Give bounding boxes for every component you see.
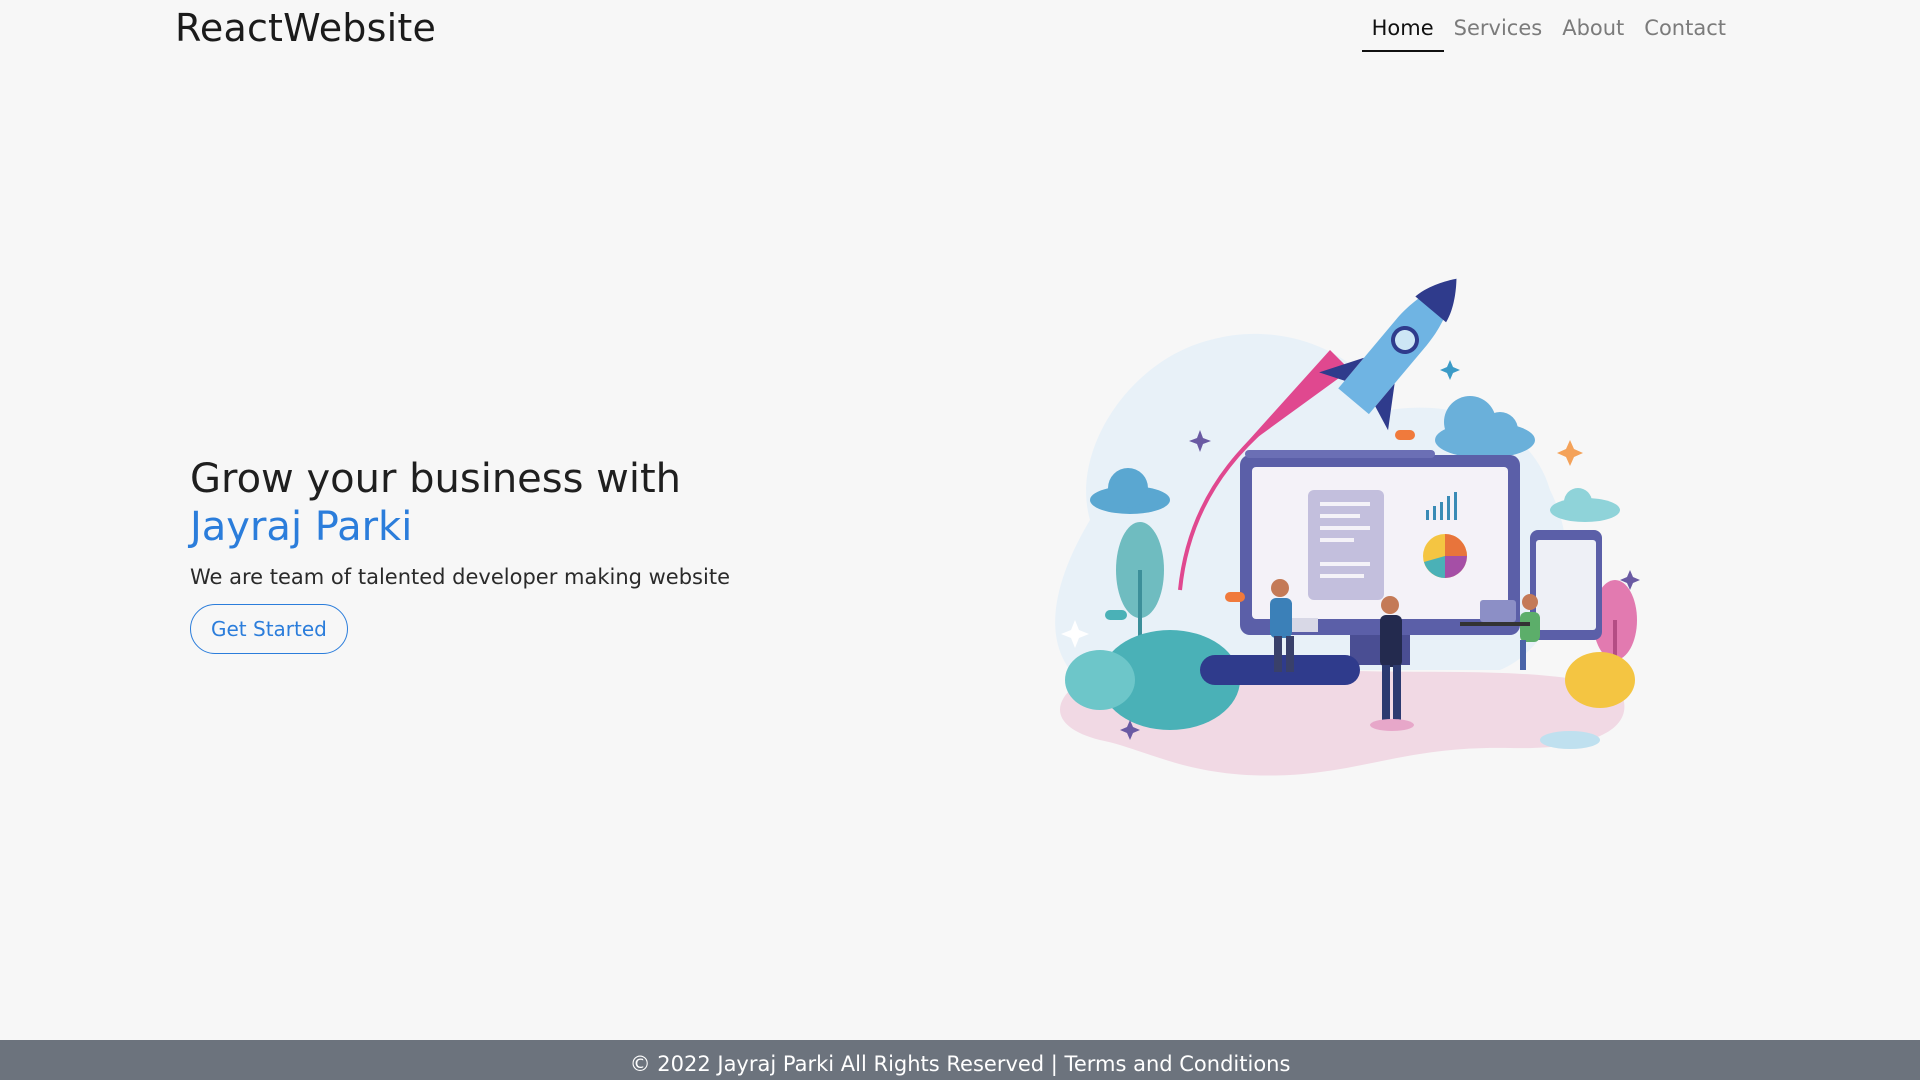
footer-text: © 2022 Jayraj Parki All Rights Reserved …: [629, 1052, 1291, 1076]
nav-links: Home Services About Contact: [1361, 14, 1736, 52]
nav-services[interactable]: Services: [1444, 14, 1553, 52]
pill-orange-left: [1225, 592, 1245, 602]
pill-orange-top: [1395, 430, 1415, 440]
pill-teal: [1105, 610, 1127, 620]
pie-chart-icon: [1423, 534, 1467, 578]
tablet-icon: [1530, 530, 1602, 640]
hero-illustration: [1055, 278, 1640, 776]
brand-logo[interactable]: ReactWebsite: [175, 6, 436, 50]
hero-subtitle: We are team of talented developer making…: [190, 565, 730, 589]
hero-section: Grow your business with Jayraj Parki We …: [190, 455, 890, 654]
get-started-button[interactable]: Get Started: [190, 604, 348, 654]
nav-about[interactable]: About: [1552, 14, 1634, 52]
nav-home[interactable]: Home: [1361, 14, 1444, 52]
page: ReactWebsite Home Services About Contact…: [0, 0, 1920, 1080]
cloud-icon-right: [1435, 396, 1535, 458]
cloud-icon-small: [1550, 488, 1620, 522]
nav-contact[interactable]: Contact: [1634, 14, 1736, 52]
puddle-shape: [1540, 731, 1600, 749]
hero-brand-name: Jayraj Parki: [190, 504, 413, 550]
hero-title: Grow your business with Jayraj Parki: [190, 455, 890, 551]
navbar: ReactWebsite Home Services About Contact: [0, 0, 1920, 62]
footer: © 2022 Jayraj Parki All Rights Reserved …: [0, 1040, 1920, 1080]
hero-title-text: Grow your business with: [190, 456, 682, 502]
